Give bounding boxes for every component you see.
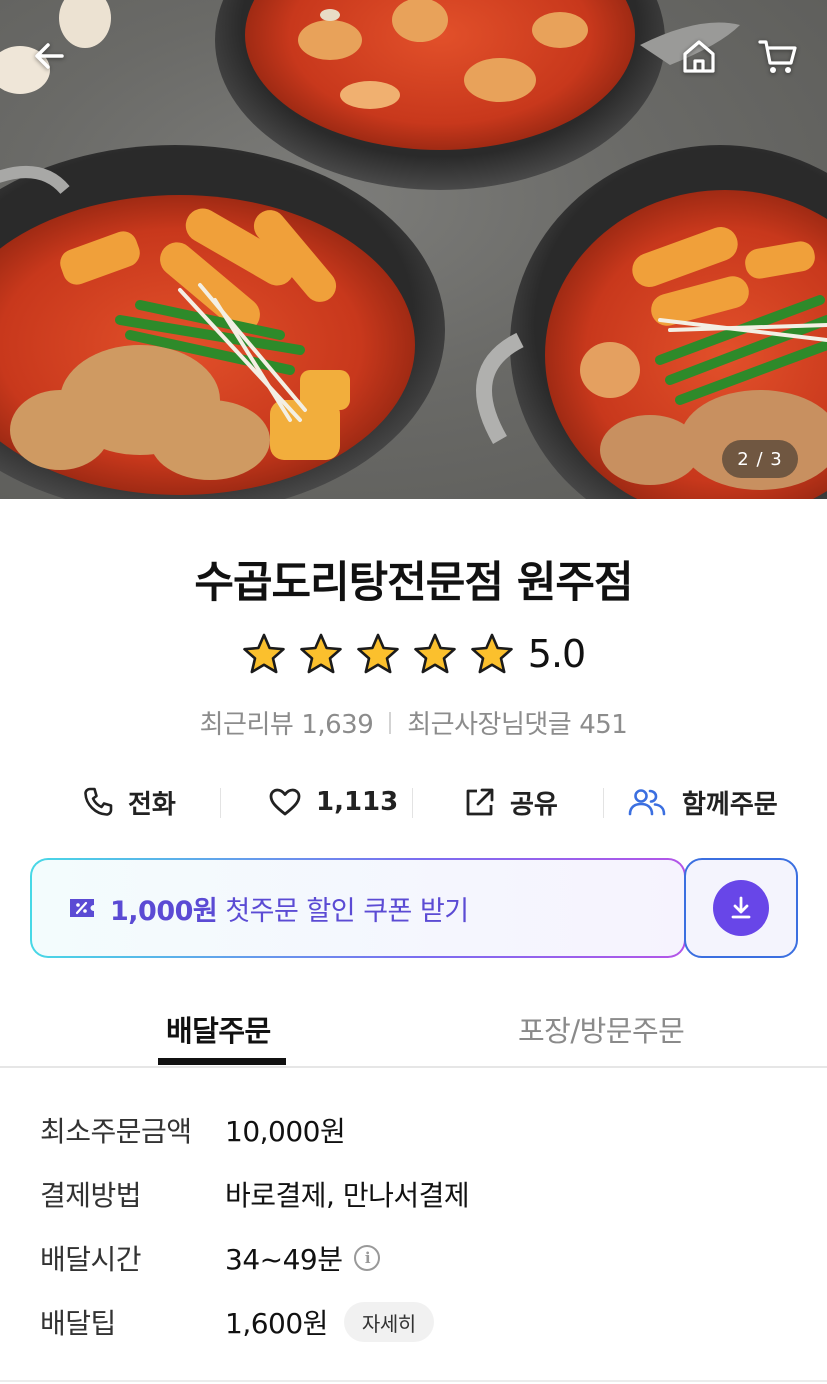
coupon-label: 첫주문 할인 쿠폰 받기 (217, 895, 469, 927)
group-order-label: 함께주문 (682, 789, 778, 820)
rating-value: 5.0 (527, 632, 586, 676)
review-summary: 최근리뷰 1,639 최근사장님댓글 451 (0, 704, 827, 741)
payment-row: 결제방법 바로결제, 만나서결제 (40, 1172, 470, 1216)
delivery-tip-label: 배달팁 (40, 1307, 116, 1340)
delivery-tip-row: 배달팁 1,600원 자세히 (40, 1300, 434, 1344)
delivery-time-value: 34~49분 (225, 1243, 343, 1276)
min-order-label: 최소주문금액 (40, 1115, 192, 1148)
group-order-button[interactable]: 함께주문 (626, 780, 778, 824)
info-icon[interactable]: i (354, 1245, 381, 1271)
recent-reviews-link[interactable]: 최근리뷰 1,639 (200, 704, 374, 741)
owner-replies-count: 451 (579, 710, 628, 740)
cart-button[interactable] (750, 28, 806, 84)
call-label: 전화 (128, 789, 176, 820)
min-order-value: 10,000원 (225, 1115, 346, 1148)
divider (412, 788, 413, 818)
order-type-tabs: 배달주문 포장/방문주문 (0, 990, 827, 1068)
share-icon (466, 788, 494, 816)
payment-value: 바로결제, 만나서결제 (225, 1179, 470, 1212)
download-icon (731, 896, 751, 919)
divider (389, 711, 392, 734)
group-icon (628, 789, 666, 816)
action-bar: 전화 1,113 공유 함께주문 (0, 780, 827, 824)
cart-icon (758, 40, 797, 73)
min-order-row: 최소주문금액 10,000원 (40, 1108, 346, 1152)
delivery-tip-detail-button[interactable]: 자세히 (343, 1302, 434, 1342)
star-icon (413, 633, 456, 674)
delivery-time-label: 배달시간 (40, 1243, 142, 1276)
star-icon (299, 633, 342, 674)
owner-replies-link[interactable]: 최근사장님댓글 451 (407, 704, 628, 741)
star-icon (242, 633, 285, 674)
home-icon (683, 40, 715, 73)
coupon-text: 1,000원 첫주문 할인 쿠폰 받기 (110, 889, 469, 928)
coupon-amount: 1,000원 (110, 895, 218, 927)
divider (603, 788, 604, 818)
star-icon (356, 633, 399, 674)
hero-image[interactable]: 2 / 3 (0, 0, 827, 499)
tab-delivery[interactable]: 배달주문 (166, 1008, 271, 1050)
star-rating (242, 633, 514, 675)
heart-icon (269, 788, 301, 816)
delivery-time-value-wrap: 34~49분 i (225, 1238, 381, 1278)
arrow-left-icon (35, 43, 64, 69)
home-button[interactable] (671, 28, 727, 84)
tab-pickup[interactable]: 포장/방문주문 (518, 1008, 685, 1050)
recent-reviews-count: 1,639 (301, 710, 374, 740)
section-divider (0, 1380, 827, 1382)
coupon-body: 1,000원 첫주문 할인 쿠폰 받기 (32, 860, 684, 956)
download-circle (713, 880, 769, 936)
coupon-download-button[interactable] (684, 858, 798, 958)
delivery-tip-value-wrap: 1,600원 자세히 (225, 1302, 434, 1342)
coupon-banner[interactable]: 1,000원 첫주문 할인 쿠폰 받기 (30, 858, 686, 958)
like-button[interactable]: 1,113 (268, 780, 398, 824)
phone-icon (84, 787, 113, 816)
star-icon (470, 633, 513, 674)
payment-label: 결제방법 (40, 1179, 142, 1212)
image-pager: 2 / 3 (722, 440, 798, 478)
divider (220, 788, 221, 818)
active-tab-indicator (158, 1058, 286, 1065)
share-button[interactable]: 공유 (464, 780, 558, 824)
rating: 5.0 (0, 632, 827, 676)
delivery-time-row: 배달시간 34~49분 i (40, 1236, 381, 1280)
owner-replies-label: 최근사장님댓글 (407, 710, 572, 740)
share-label: 공유 (510, 789, 558, 820)
recent-reviews-label: 최근리뷰 (199, 710, 294, 740)
delivery-tip-value: 1,600원 (225, 1307, 328, 1340)
call-button[interactable]: 전화 (82, 780, 176, 824)
back-button[interactable] (22, 28, 78, 84)
coupon-icon (70, 899, 94, 917)
store-name: 수곱도리탕전문점 원주점 (194, 558, 633, 608)
like-count: 1,113 (316, 787, 399, 817)
